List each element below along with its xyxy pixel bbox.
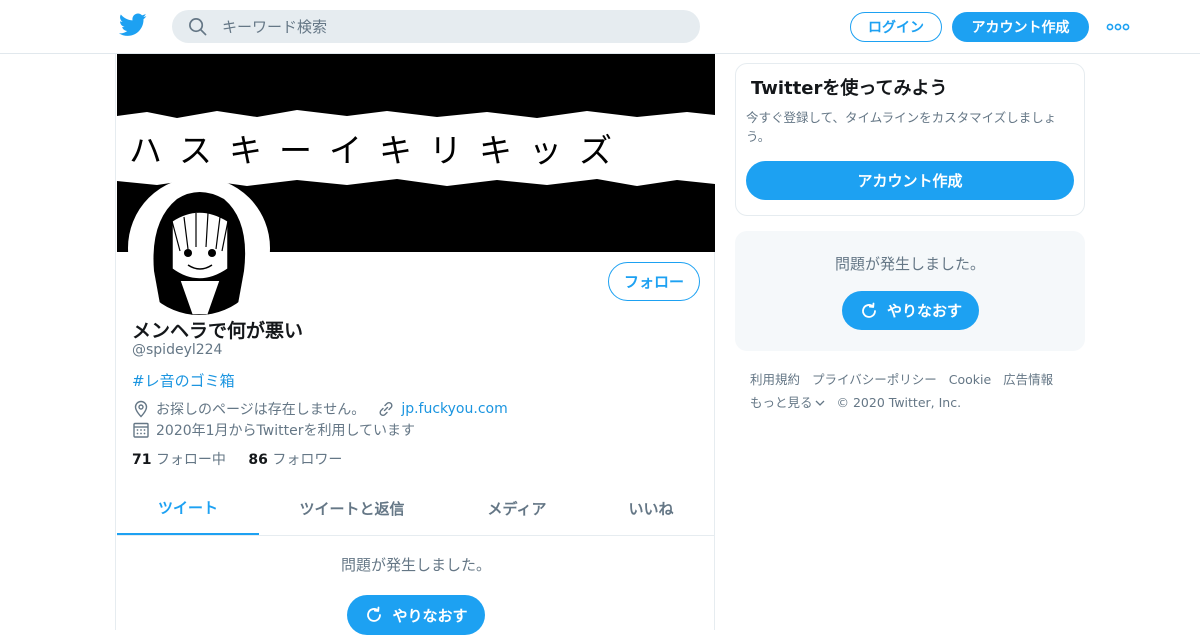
display-name: メンヘラで何が悪い: [132, 320, 304, 342]
followers-count: 86: [248, 452, 268, 468]
search-input[interactable]: [222, 10, 682, 43]
profile-meta-location-website: お探しのページは存在しません。 jp.fuckyou.com: [132, 399, 508, 419]
follow-counts: 71 フォロー中 86 フォロワー: [132, 449, 342, 469]
following-count: 71: [132, 452, 152, 468]
link-icon: [379, 401, 393, 417]
location-pin-icon: [134, 400, 148, 418]
chevron-down-icon[interactable]: [815, 399, 825, 407]
profile-tabs: ツイート ツイートと返信 メディア いいね: [117, 482, 715, 536]
following-stat[interactable]: 71 フォロー中: [132, 452, 226, 468]
tab-tweets-and-replies[interactable]: ツイートと返信: [269, 482, 435, 535]
refresh-icon: [862, 302, 876, 318]
sidebar-error-text: 問題が発生しました。: [834, 255, 985, 273]
footer-link-terms[interactable]: 利用規約: [750, 372, 800, 387]
followers-label: フォロワー: [272, 452, 343, 468]
footer-link-cookie[interactable]: Cookie: [949, 372, 991, 387]
profile-meta-joined: 2020年1月からTwitterを利用しています: [132, 420, 415, 440]
timeline-retry-button[interactable]: やりなおす: [347, 595, 485, 635]
following-label: フォロー中: [155, 452, 226, 468]
follow-button[interactable]: フォロー: [608, 262, 700, 301]
login-button[interactable]: ログイン: [850, 12, 942, 42]
footer-link-privacy[interactable]: プライバシーポリシー: [812, 372, 937, 387]
location-text: お探しのページは存在しません。: [156, 402, 366, 418]
calendar-icon: [133, 422, 149, 438]
profile-column: ハスキーイキリキッズ フォロー メンヘラで何が悪い @spideyl224 #レ…: [115, 54, 715, 635]
refresh-icon: [367, 606, 382, 622]
tab-likes[interactable]: いいね: [587, 482, 715, 535]
search-icon: [189, 18, 207, 36]
signup-card: Twitterを使ってみよう 今すぐ登録して、タイムラインをカスタマイズしましょ…: [735, 63, 1085, 216]
banner-text: ハスキーイキリキッズ: [129, 131, 629, 170]
twitter-bird-icon[interactable]: [119, 13, 147, 37]
tab-tweets[interactable]: ツイート: [117, 482, 259, 535]
signup-card-description: 今すぐ登録して、タイムラインをカスタマイズしましょう。: [746, 110, 1057, 144]
search-box[interactable]: [172, 10, 700, 43]
more-dots-icon[interactable]: [1106, 21, 1130, 33]
timeline-error-text: 問題が発生しました。: [340, 556, 491, 574]
timeline-retry-label: やりなおす: [392, 606, 468, 625]
signup-card-button[interactable]: アカウント作成: [746, 161, 1074, 200]
bio-hashtag[interactable]: #レ音のゴミ箱: [132, 370, 235, 391]
sidebar-error-card: 問題が発生しました。 やりなおす: [735, 231, 1085, 351]
joined-date: 2020年1月からTwitterを利用しています: [156, 423, 416, 439]
footer-link-ads[interactable]: 広告情報: [1003, 372, 1053, 387]
signup-card-title: Twitterを使ってみよう: [751, 78, 948, 99]
avatar[interactable]: [128, 177, 270, 319]
user-handle: @spideyl224: [132, 342, 223, 358]
footer-links: 利用規約 プライバシーポリシー Cookie 広告情報 もっと見る © 2020…: [750, 368, 1080, 414]
footer-more-link[interactable]: もっと見る: [750, 395, 813, 410]
copyright: © 2020 Twitter, Inc.: [836, 395, 962, 410]
tab-media[interactable]: メディア: [447, 482, 587, 535]
top-nav-bar: ログイン アカウント作成: [0, 0, 1200, 54]
signup-button[interactable]: アカウント作成: [952, 12, 1089, 42]
website-link[interactable]: jp.fuckyou.com: [401, 401, 507, 417]
sidebar-retry-label: やりなおす: [886, 302, 962, 320]
sidebar-retry-button[interactable]: やりなおす: [842, 291, 979, 330]
followers-stat[interactable]: 86 フォロワー: [248, 452, 342, 468]
